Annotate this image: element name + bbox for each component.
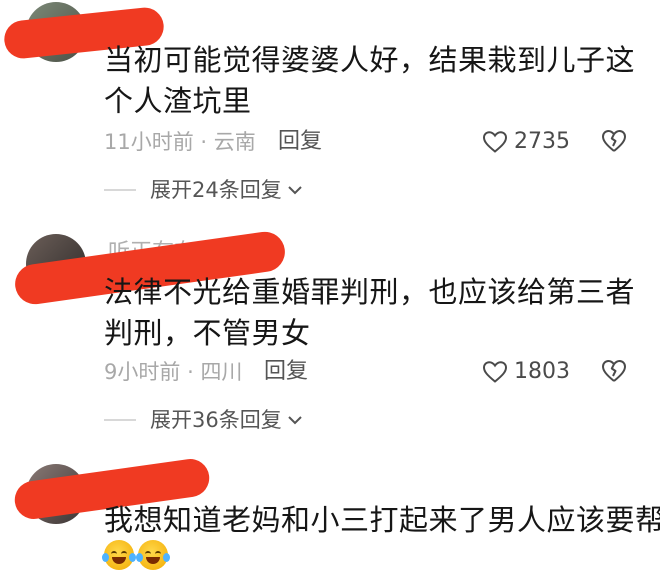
comment-text: 我想知道老妈和小三打起来了男人应该要帮谁呢 [104,503,660,537]
laughing-tears-emoji [102,540,136,570]
laughing-tears-emoji [136,540,170,570]
emoji-row [102,540,170,570]
comment-list: 当初可能觉得婆婆人好，结果栽到儿子这个人渣坑里 11小时前 · 云南 回复 27… [0,0,660,576]
comment-item: 我想知道老妈和小三打起来了男人应该要帮谁呢 [0,0,660,576]
